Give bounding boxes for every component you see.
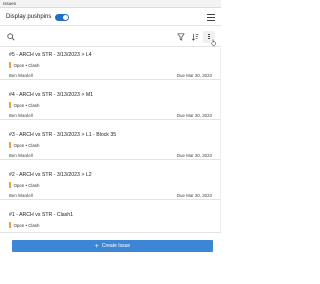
status-indicator: [9, 182, 11, 188]
issue-status: Open • Clash: [13, 102, 40, 108]
pushpin-label: Display pushpins: [6, 14, 52, 20]
sort-icon[interactable]: [190, 32, 200, 42]
issue-due-date: Due Mar 30, 2023: [176, 73, 212, 78]
issue-due-date: Due Mar 30, 2023: [176, 153, 212, 158]
create-issue-button[interactable]: + Create Issue: [12, 240, 213, 252]
filter-icon[interactable]: [176, 32, 186, 42]
status-indicator: [9, 142, 11, 148]
cursor-icon: [211, 39, 217, 48]
status-indicator: [9, 102, 11, 108]
search-bar: [0, 27, 221, 47]
window-title: Issues: [0, 0, 221, 8]
issue-card[interactable]: #5 - ARCH vs STR - 3/13/2023 > L4 Open •…: [0, 48, 221, 80]
scrollbar[interactable]: [220, 48, 221, 232]
hamburger-menu-icon[interactable]: [207, 13, 215, 21]
issue-card[interactable]: #4 - ARCH vs STR - 3/13/2023 > M1 Open •…: [0, 88, 221, 120]
issue-list: #5 - ARCH vs STR - 3/13/2023 > L4 Open •…: [0, 48, 221, 240]
issue-due-date: Due Mar 30, 2023: [176, 193, 212, 198]
status-indicator: [9, 62, 11, 68]
issue-assignee: Ben Wardell: [9, 113, 33, 118]
issue-status: Open • Clash: [13, 142, 40, 148]
issue-title: #4 - ARCH vs STR - 3/13/2023 > M1: [9, 92, 94, 98]
pushpin-toggle[interactable]: [55, 13, 70, 21]
issue-assignee: Ben Wardell: [9, 153, 33, 158]
issue-assignee: Ben Wardell: [9, 73, 33, 78]
issue-due-date: Due Mar 30, 2023: [176, 113, 212, 118]
issue-title: #3 - ARCH vs STR - 3/13/2023 > L1 - Bloc…: [9, 132, 117, 138]
status-indicator: [9, 222, 11, 228]
search-icon[interactable]: [6, 32, 16, 42]
more-icon: [208, 33, 210, 35]
create-issue-label: Create Issue: [101, 243, 131, 249]
plus-icon: +: [94, 242, 99, 250]
more-options-button[interactable]: [203, 30, 216, 46]
issue-status: Open • Clash: [13, 222, 40, 228]
search-input[interactable]: [16, 33, 172, 40]
toggle-knob: [63, 14, 69, 20]
pushpin-toolbar: Display pushpins: [0, 9, 221, 26]
issue-assignee: Ben Wardell: [9, 193, 33, 198]
issue-card[interactable]: #3 - ARCH vs STR - 3/13/2023 > L1 - Bloc…: [0, 128, 221, 160]
issue-title: #1 - ARCH vs STR - Clash1: [9, 212, 73, 218]
issue-title: #5 - ARCH vs STR - 3/13/2023 > L4: [9, 52, 92, 58]
issue-status: Open • Clash: [13, 62, 40, 68]
issue-status: Open • Clash: [13, 182, 40, 188]
issue-card[interactable]: #2 - ARCH vs STR - 3/13/2023 > L2 Open •…: [0, 168, 221, 200]
issue-title: #2 - ARCH vs STR - 3/13/2023 > L2: [9, 172, 92, 178]
footer: + Create Issue: [0, 232, 221, 284]
